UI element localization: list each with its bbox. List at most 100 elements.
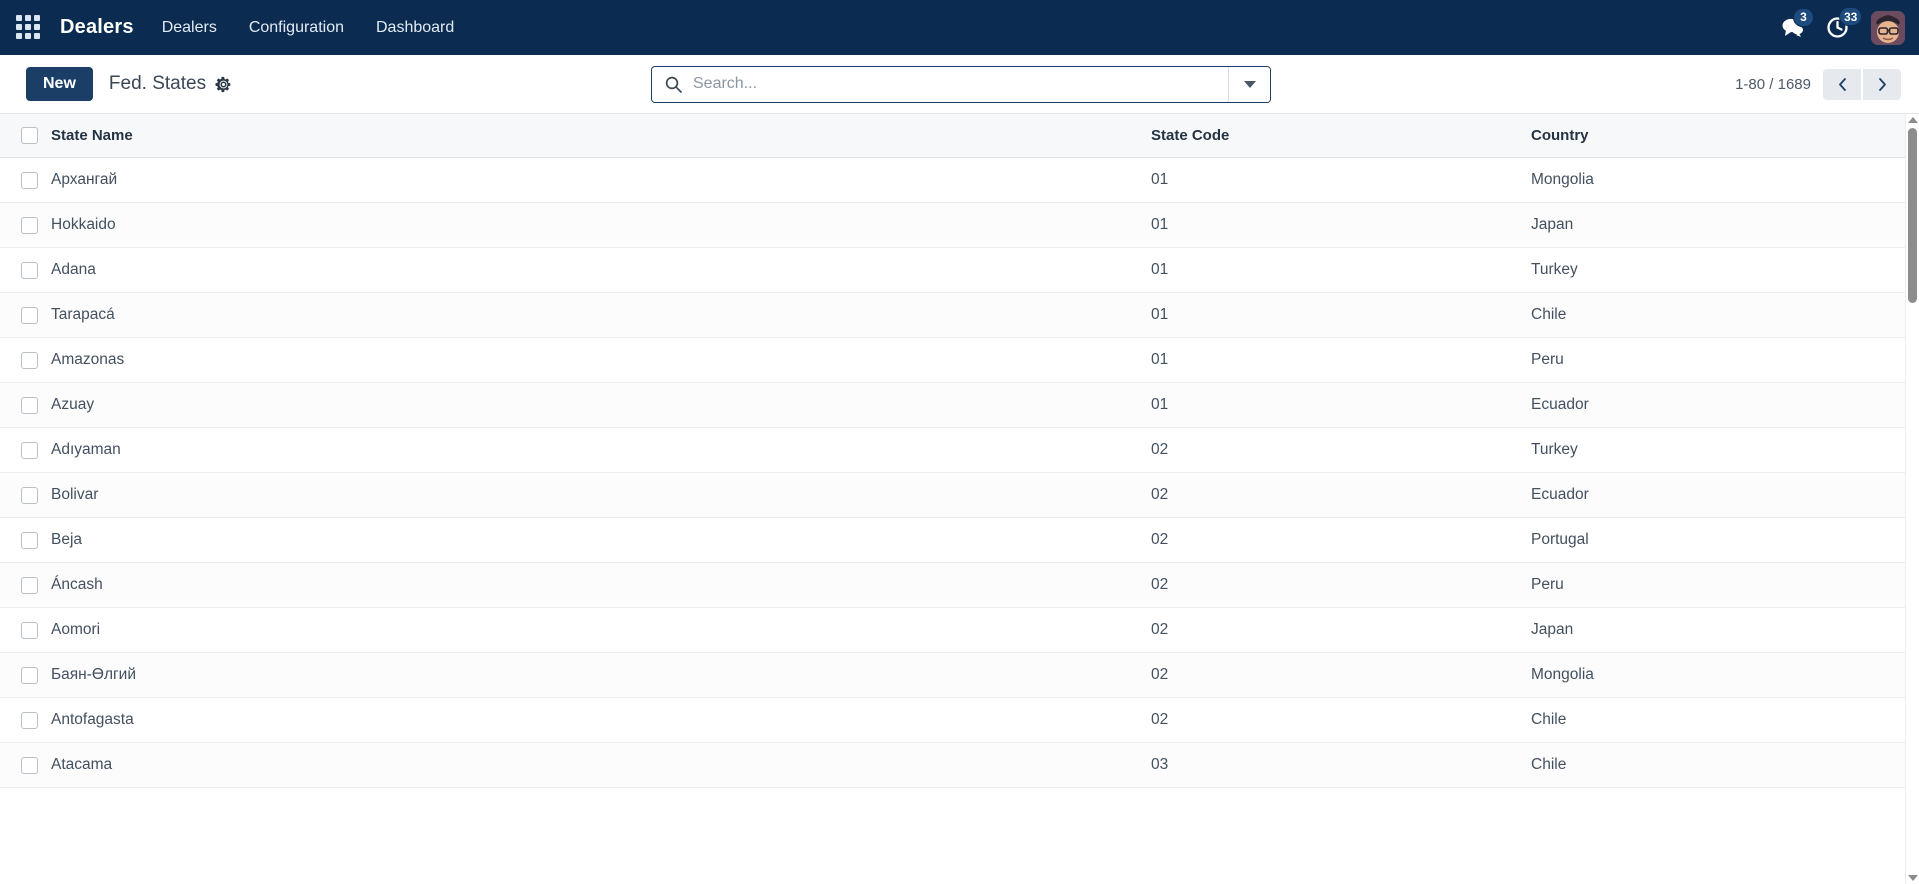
row-select-cell [0,607,51,653]
cell-country[interactable]: Chile [1531,697,1905,743]
cell-state-name[interactable]: Beja [51,517,1151,563]
table-row[interactable]: Adana 01 Turkey [0,247,1905,293]
messages-button[interactable]: 3 [1780,7,1814,39]
pager-next-button[interactable] [1863,68,1901,100]
cell-state-code[interactable]: 02 [1151,562,1531,608]
cell-state-code[interactable]: 01 [1151,382,1531,428]
cell-country[interactable]: Ecuador [1531,472,1905,518]
table-row[interactable]: Баян-Өлгий 02 Mongolia [0,652,1905,698]
table-row[interactable]: Amazonas 01 Peru [0,337,1905,383]
scroll-up-arrow-icon[interactable] [1907,117,1918,123]
row-checkbox[interactable] [21,576,38,594]
cell-country[interactable]: Japan [1531,607,1905,653]
cell-state-name[interactable]: Hokkaido [51,202,1151,248]
scrollbar-track[interactable] [1906,126,1919,875]
table-row[interactable]: Antofagasta 02 Chile [0,697,1905,743]
row-checkbox[interactable] [21,396,38,414]
cell-state-name[interactable]: Adıyaman [51,427,1151,473]
pager-previous-button[interactable] [1823,68,1861,100]
apps-grid-icon[interactable] [16,14,42,41]
cell-country[interactable]: Peru [1531,337,1905,383]
row-checkbox[interactable] [21,756,38,774]
activities-button[interactable]: 33 [1826,7,1863,39]
cell-state-name[interactable]: Архангай [51,157,1151,203]
row-checkbox[interactable] [21,261,38,279]
cell-state-code[interactable]: 02 [1151,697,1531,743]
column-header-state-code[interactable]: State Code [1151,114,1531,158]
row-select-cell [0,472,51,518]
row-checkbox[interactable] [21,171,38,189]
scroll-down-arrow-icon[interactable] [1907,875,1918,881]
chevron-down-icon [1243,80,1256,88]
cell-country[interactable]: Chile [1531,742,1905,788]
row-checkbox[interactable] [21,621,38,639]
search-dropdown-toggle[interactable] [1228,66,1270,102]
vertical-scrollbar[interactable] [1905,114,1919,884]
cell-state-code[interactable]: 01 [1151,247,1531,293]
table-row[interactable]: Tarapacá 01 Chile [0,292,1905,338]
row-select-cell [0,382,51,428]
cell-state-code[interactable]: 01 [1151,292,1531,338]
table-row[interactable]: Atacama 03 Chile [0,742,1905,788]
cell-country[interactable]: Ecuador [1531,382,1905,428]
cell-country[interactable]: Japan [1531,202,1905,248]
table-row[interactable]: Beja 02 Portugal [0,517,1905,563]
new-button[interactable]: New [26,67,93,101]
messages-badge: 3 [1793,7,1814,27]
row-checkbox[interactable] [21,486,38,504]
cell-state-code[interactable]: 02 [1151,427,1531,473]
search-input[interactable] [693,66,1228,102]
table-row[interactable]: Áncash 02 Peru [0,562,1905,608]
cell-state-name[interactable]: Atacama [51,742,1151,788]
cell-state-code[interactable]: 01 [1151,157,1531,203]
cell-state-name[interactable]: Баян-Өлгий [51,652,1151,698]
cell-state-name[interactable]: Antofagasta [51,697,1151,743]
cell-country[interactable]: Portugal [1531,517,1905,563]
nav-item-dashboard[interactable]: Dashboard [374,15,456,41]
cell-state-name[interactable]: Áncash [51,562,1151,608]
cell-state-name[interactable]: Azuay [51,382,1151,428]
nav-item-configuration[interactable]: Configuration [247,15,346,41]
cell-country[interactable]: Turkey [1531,247,1905,293]
row-checkbox[interactable] [21,711,38,729]
table-row[interactable]: Hokkaido 01 Japan [0,202,1905,248]
column-header-country[interactable]: Country [1531,114,1905,158]
table-row[interactable]: Aomori 02 Japan [0,607,1905,653]
row-checkbox[interactable] [21,306,38,324]
gear-icon[interactable] [215,76,232,93]
search-bar[interactable] [651,65,1271,103]
cell-state-code[interactable]: 02 [1151,517,1531,563]
cell-state-code[interactable]: 03 [1151,742,1531,788]
cell-state-code[interactable]: 02 [1151,652,1531,698]
scrollbar-thumb[interactable] [1908,128,1917,303]
user-avatar[interactable] [1871,10,1905,45]
cell-state-name[interactable]: Aomori [51,607,1151,653]
cell-state-code[interactable]: 02 [1151,472,1531,518]
row-checkbox[interactable] [21,666,38,684]
column-header-state-name[interactable]: State Name [51,114,1151,158]
cell-state-code[interactable]: 01 [1151,202,1531,248]
row-checkbox[interactable] [21,441,38,459]
brand-title[interactable]: Dealers [60,16,134,39]
row-checkbox[interactable] [21,216,38,234]
cell-state-name[interactable]: Amazonas [51,337,1151,383]
cell-country[interactable]: Peru [1531,562,1905,608]
cell-state-code[interactable]: 01 [1151,337,1531,383]
cell-country[interactable]: Turkey [1531,427,1905,473]
cell-country[interactable]: Mongolia [1531,157,1905,203]
cell-state-name[interactable]: Bolivar [51,472,1151,518]
table-row[interactable]: Bolivar 02 Ecuador [0,472,1905,518]
select-all-checkbox[interactable] [21,127,38,144]
row-checkbox[interactable] [21,351,38,369]
search-area [651,65,1271,103]
cell-country[interactable]: Mongolia [1531,652,1905,698]
table-row[interactable]: Архангай 01 Mongolia [0,157,1905,203]
table-row[interactable]: Azuay 01 Ecuador [0,382,1905,428]
cell-state-name[interactable]: Adana [51,247,1151,293]
cell-state-name[interactable]: Tarapacá [51,292,1151,338]
table-row[interactable]: Adıyaman 02 Turkey [0,427,1905,473]
cell-state-code[interactable]: 02 [1151,607,1531,653]
cell-country[interactable]: Chile [1531,292,1905,338]
row-checkbox[interactable] [21,531,38,549]
nav-item-dealers[interactable]: Dealers [160,15,219,41]
